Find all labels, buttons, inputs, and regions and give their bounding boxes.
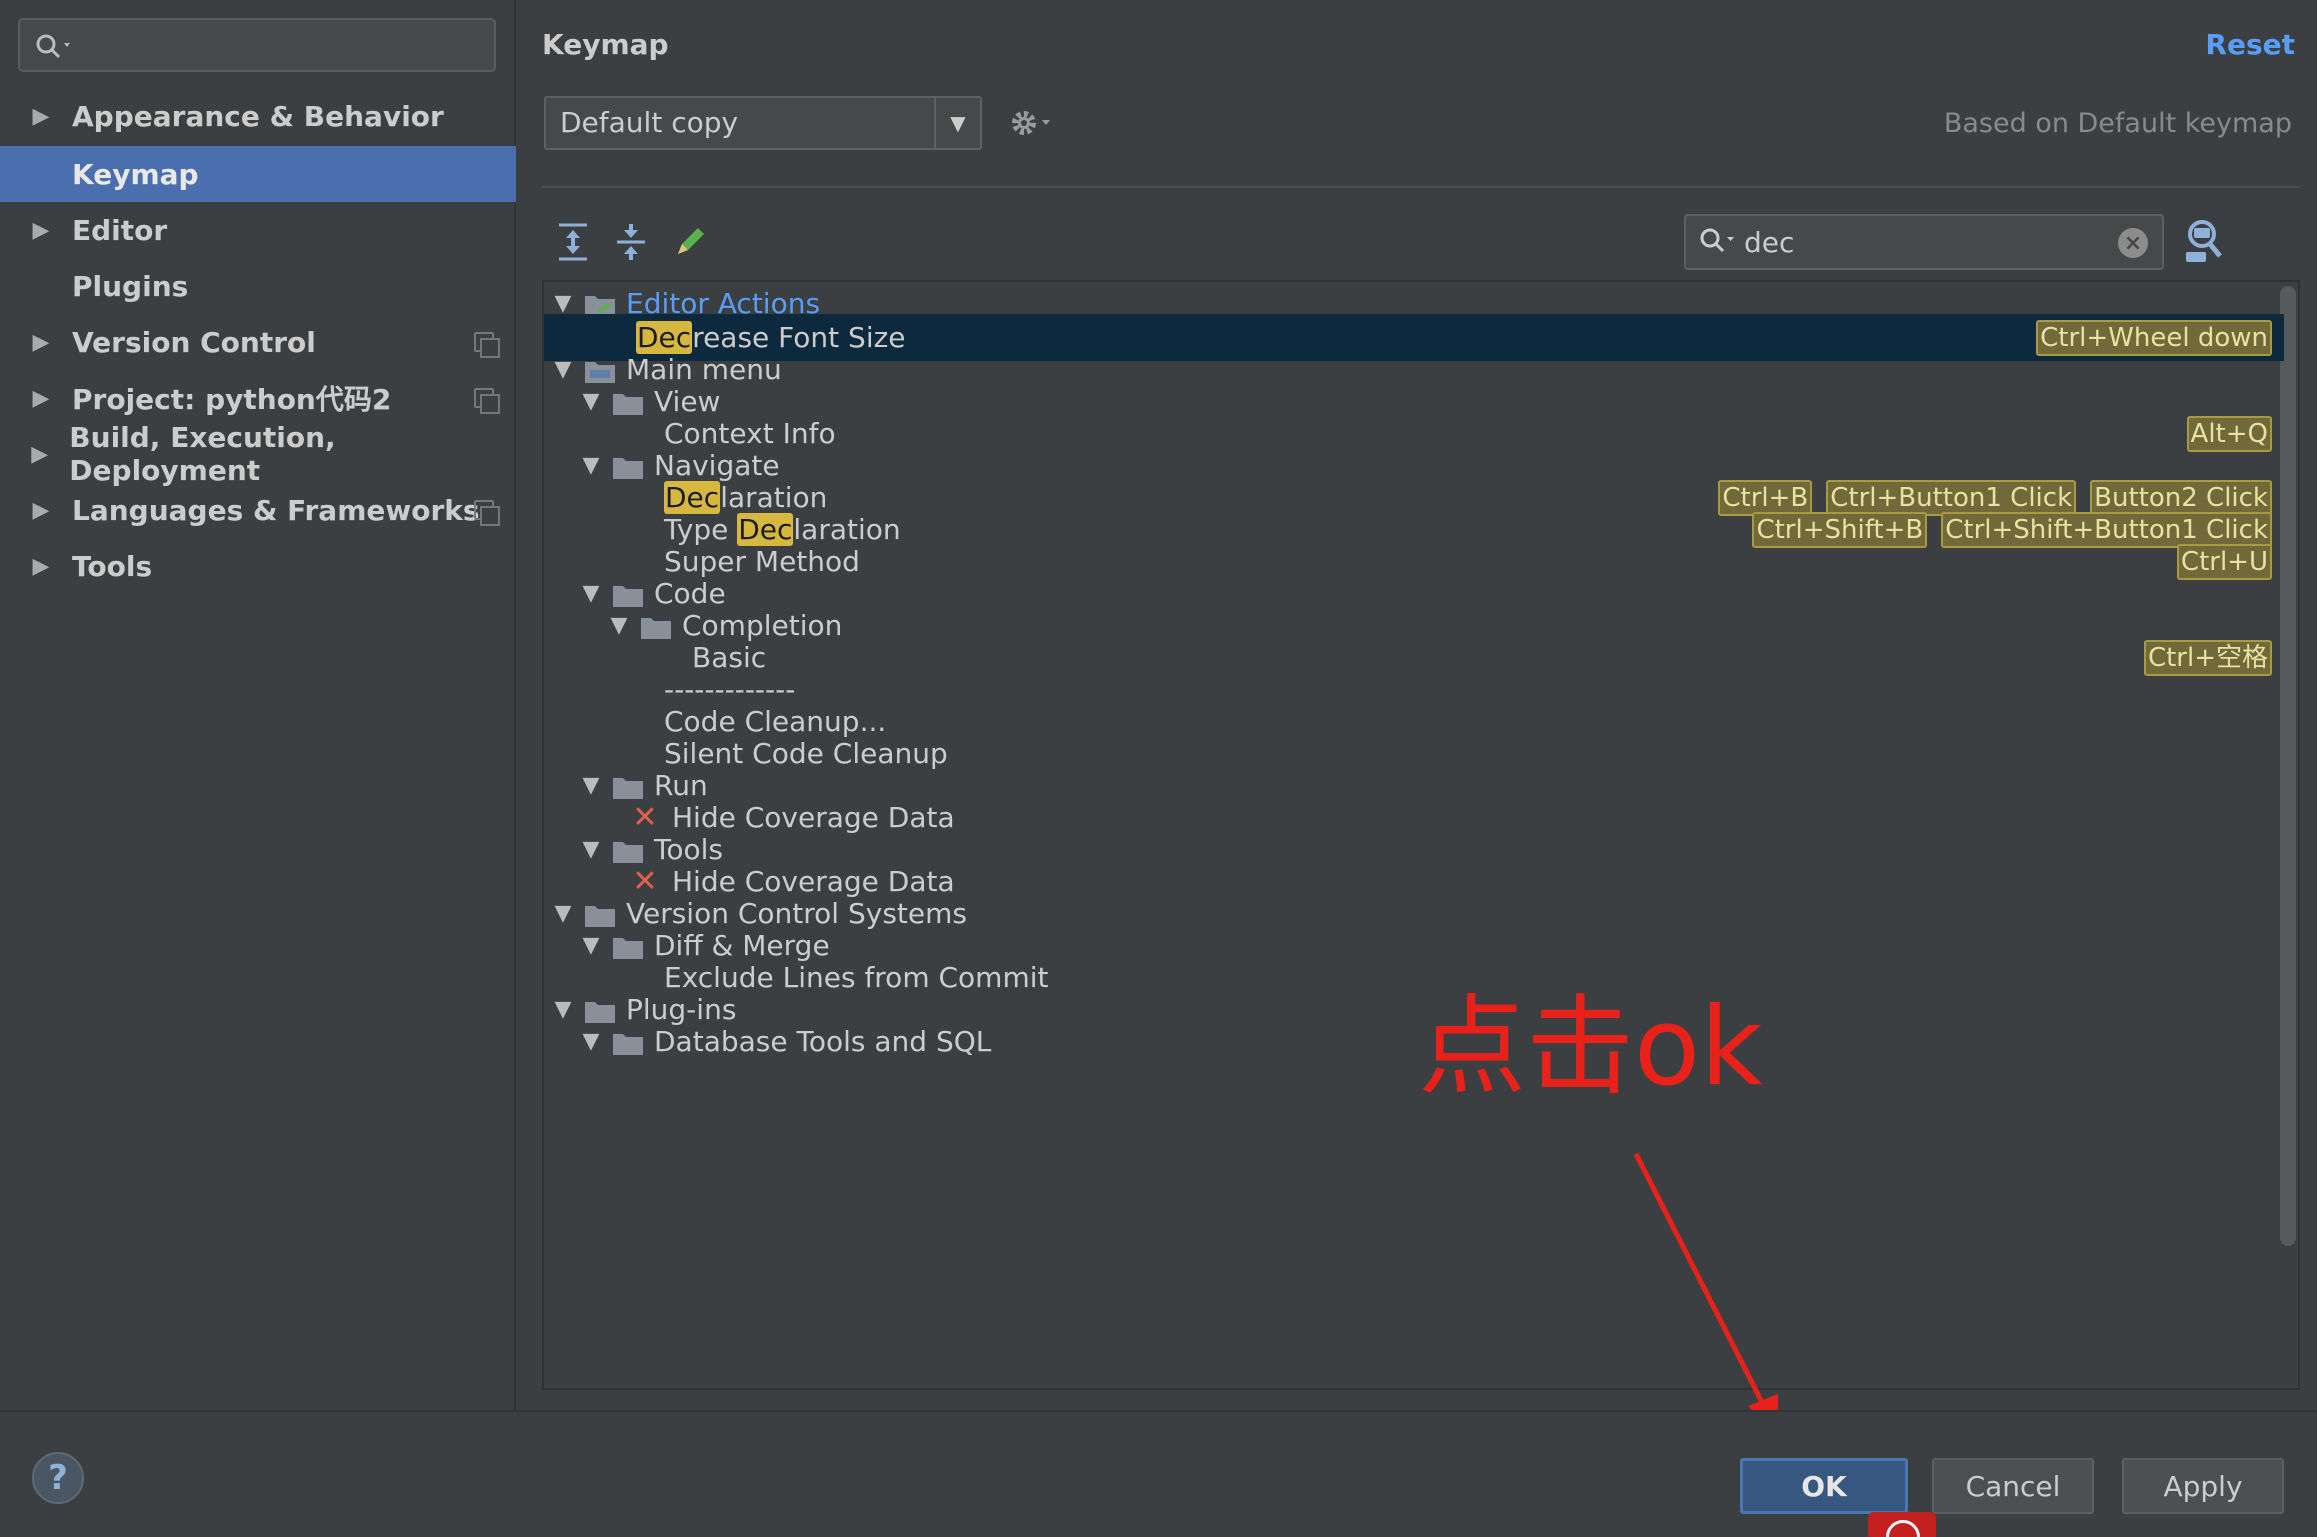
sidebar-item-label: Editor	[72, 213, 168, 247]
keymap-panel: Keymap Reset Default copy ▼ Based on Def…	[518, 0, 2317, 1410]
chevron-down-icon[interactable]: ▼	[548, 291, 578, 316]
ok-button[interactable]: OK	[1740, 1458, 1908, 1514]
keymap-filter[interactable]: ×	[1684, 214, 2164, 270]
chevron-right-icon[interactable]: ▶	[0, 330, 72, 355]
settings-search-input[interactable]	[18, 18, 496, 72]
gear-icon[interactable]	[1008, 106, 1056, 140]
project-settings-icon	[474, 500, 500, 526]
divider	[542, 186, 2300, 188]
page-title: Keymap	[542, 28, 669, 61]
edit-shortcut-icon[interactable]	[672, 222, 706, 262]
chevron-down-icon[interactable]: ▼	[934, 98, 980, 148]
sidebar-item-editor[interactable]: ▶ Editor	[0, 202, 516, 258]
sidebar-item-label: Tools	[72, 549, 153, 583]
annotation-text: 点击ok	[1418, 985, 1763, 1110]
sidebar-item-appearance-behavior[interactable]: ▶ Appearance & Behavior	[0, 88, 516, 144]
sidebar-item-label: Project: python代码2	[72, 383, 392, 416]
sidebar-item-languages-frameworks[interactable]: ▶ Languages & Frameworks	[0, 482, 516, 538]
tree-toolbar	[556, 222, 706, 262]
tree-row[interactable]: ▼ Database Tools and SQL	[544, 1018, 2284, 1065]
sidebar-item-label: Build, Execution, Deployment	[69, 421, 336, 487]
find-by-shortcut-icon[interactable]	[2182, 216, 2226, 266]
chevron-right-icon[interactable]: ▶	[0, 218, 72, 243]
sidebar-item-build-execution-deployment[interactable]: ▶ Build, Execution, Deployment	[0, 421, 516, 487]
sidebar-item-project[interactable]: ▶ Project: python代码2	[0, 370, 516, 426]
reset-link[interactable]: Reset	[2205, 28, 2295, 61]
based-on-text: Based on Default keymap	[1943, 108, 2292, 139]
chevron-right-icon[interactable]: ▶	[0, 554, 72, 579]
sidebar-item-keymap[interactable]: Keymap	[0, 146, 516, 202]
keymap-select-value: Default copy	[560, 106, 739, 139]
record-indicator-icon	[1868, 1512, 1936, 1537]
annotation-arrow-icon	[1633, 1152, 1778, 1436]
apply-button[interactable]: Apply	[2122, 1458, 2284, 1514]
search-icon	[1700, 228, 1734, 253]
sidebar-item-label: Languages & Frameworks	[72, 493, 480, 527]
help-button[interactable]: ?	[32, 1452, 84, 1504]
project-settings-icon	[474, 388, 500, 414]
sidebar-item-plugins[interactable]: Plugins	[0, 258, 516, 314]
keymap-filter-input[interactable]	[1744, 222, 2114, 262]
folder-icon	[612, 1030, 644, 1055]
chevron-right-icon[interactable]: ▶	[0, 386, 72, 411]
chevron-right-icon[interactable]: ▶	[0, 498, 72, 523]
tree-label: Database Tools and SQL	[654, 1025, 992, 1058]
keymap-select[interactable]: Default copy ▼	[544, 96, 982, 150]
dialog-footer: ? OK Cancel Apply	[0, 1410, 2317, 1537]
chevron-down-icon[interactable]: ▼	[576, 1029, 606, 1054]
sidebar-item-label: Version Control	[72, 325, 316, 359]
chevron-right-icon[interactable]: ▶	[0, 104, 72, 129]
expand-all-icon[interactable]	[556, 222, 590, 262]
sidebar-item-tools[interactable]: ▶ Tools	[0, 538, 516, 594]
project-settings-icon	[474, 332, 500, 358]
editor-actions-icon	[584, 292, 616, 317]
clear-icon[interactable]: ×	[2118, 228, 2148, 258]
sidebar-item-version-control[interactable]: ▶ Version Control	[0, 314, 516, 370]
settings-sidebar: ▶ Appearance & Behavior Keymap ▶ Editor …	[0, 0, 516, 1410]
search-icon	[36, 34, 70, 59]
cancel-button[interactable]: Cancel	[1932, 1458, 2094, 1514]
chevron-right-icon[interactable]: ▶	[0, 442, 69, 467]
sidebar-item-label: Keymap	[72, 157, 199, 191]
sidebar-item-label: Appearance & Behavior	[72, 99, 444, 133]
collapse-all-icon[interactable]	[614, 222, 648, 262]
sidebar-item-label: Plugins	[72, 269, 189, 303]
keymap-tree[interactable]: ▼ Editor Actions Decrease Font Size Ctrl…	[542, 280, 2300, 1390]
